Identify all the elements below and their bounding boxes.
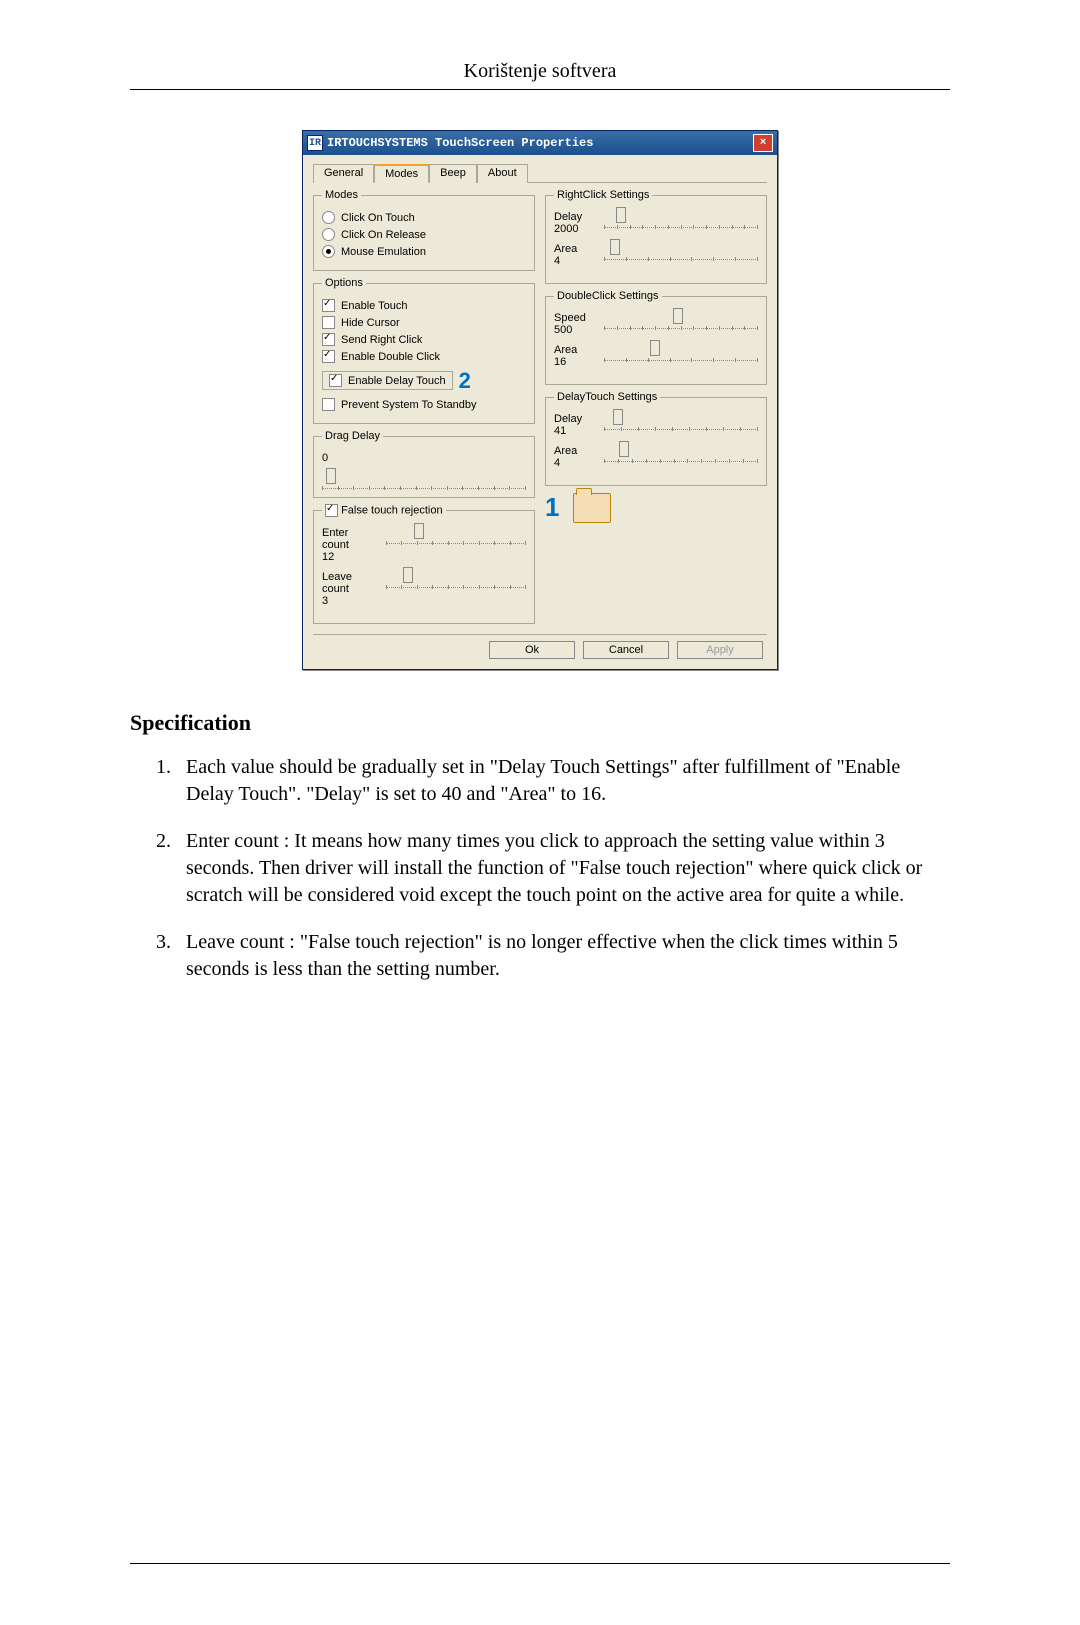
check-prevent-standby[interactable]: Prevent System To Standby xyxy=(322,398,526,411)
annotation-2: 2 xyxy=(459,368,471,394)
enter-count-value: 12 xyxy=(322,551,378,563)
delaytouch-group: DelayTouch Settings Delay 41 xyxy=(545,391,767,486)
checkbox-icon xyxy=(322,333,335,346)
titlebar: IR IRTOUCHSYSTEMS TouchScreen Properties… xyxy=(303,131,777,155)
check-label: Enable Double Click xyxy=(341,351,440,363)
spec-item-3: Leave count : "False touch rejection" is… xyxy=(176,929,950,983)
close-icon[interactable]: × xyxy=(753,134,773,152)
radio-icon xyxy=(322,228,335,241)
page-footer-rule xyxy=(130,1563,950,1565)
dc-speed-value: 500 xyxy=(554,324,596,336)
dt-delay-label: Delay xyxy=(554,413,582,425)
options-legend: Options xyxy=(322,277,366,289)
rc-delay-label: Delay xyxy=(554,211,582,223)
drag-delay-value: 0 xyxy=(322,452,378,464)
rc-delay-value: 2000 xyxy=(554,223,596,235)
tab-modes[interactable]: Modes xyxy=(374,164,429,183)
tab-about[interactable]: About xyxy=(477,164,528,183)
radio-label: Click On Release xyxy=(341,229,426,241)
leave-count-label: Leave count xyxy=(322,571,352,595)
radio-mouse-emulation[interactable]: Mouse Emulation xyxy=(322,245,526,258)
leave-count-value: 3 xyxy=(322,595,378,607)
dc-area-value: 16 xyxy=(554,356,596,368)
drag-delay-legend: Drag Delay xyxy=(322,430,383,442)
app-icon: IR xyxy=(307,135,323,151)
drag-delay-slider[interactable] xyxy=(322,472,526,489)
rc-area-slider[interactable] xyxy=(604,243,758,260)
doubleclick-legend: DoubleClick Settings xyxy=(554,290,662,302)
false-touch-legend: False touch rejection xyxy=(322,504,446,517)
radio-click-on-touch[interactable]: Click On Touch xyxy=(322,211,526,224)
rc-area-value: 4 xyxy=(554,255,596,267)
radio-icon xyxy=(322,245,335,258)
dialog-buttons: Ok Cancel Apply xyxy=(313,634,767,659)
check-enable-touch[interactable]: Enable Touch xyxy=(322,299,526,312)
cancel-button[interactable]: Cancel xyxy=(583,641,669,659)
check-label: Enable Delay Touch xyxy=(348,375,446,387)
check-label: Enable Touch xyxy=(341,300,407,312)
dt-area-slider[interactable] xyxy=(604,445,758,462)
checkbox-icon xyxy=(322,316,335,329)
page-header: Korištenje softvera xyxy=(130,60,950,90)
check-label: Prevent System To Standby xyxy=(341,399,477,411)
rc-area-label: Area xyxy=(554,243,577,255)
dt-delay-value: 41 xyxy=(554,425,596,437)
rightclick-group: RightClick Settings Delay 2000 xyxy=(545,189,767,284)
modes-legend: Modes xyxy=(322,189,361,201)
checkbox-icon xyxy=(322,398,335,411)
specification-heading: Specification xyxy=(130,710,950,736)
spec-item-2: Enter count : It means how many times yo… xyxy=(176,828,950,909)
dc-speed-slider[interactable] xyxy=(604,312,758,329)
radio-icon xyxy=(322,211,335,224)
touchscreen-properties-window: IR IRTOUCHSYSTEMS TouchScreen Properties… xyxy=(302,130,778,670)
check-hide-cursor[interactable]: Hide Cursor xyxy=(322,316,526,329)
annotation-1: 1 xyxy=(545,492,559,523)
radio-label: Mouse Emulation xyxy=(341,246,426,258)
tab-strip: General Modes Beep About xyxy=(313,163,767,183)
tab-beep[interactable]: Beep xyxy=(429,164,477,183)
radio-label: Click On Touch xyxy=(341,212,415,224)
dc-area-label: Area xyxy=(554,344,577,356)
dt-area-label: Area xyxy=(554,445,577,457)
check-enable-delay-touch[interactable]: Enable Delay Touch xyxy=(322,371,453,390)
enter-count-slider[interactable] xyxy=(386,527,526,544)
tab-general[interactable]: General xyxy=(313,164,374,183)
ok-button[interactable]: Ok xyxy=(489,641,575,659)
check-label: Hide Cursor xyxy=(341,317,400,329)
doubleclick-group: DoubleClick Settings Speed 500 xyxy=(545,290,767,385)
dc-area-slider[interactable] xyxy=(604,344,758,361)
rightclick-legend: RightClick Settings xyxy=(554,189,652,201)
apply-button[interactable]: Apply xyxy=(677,641,763,659)
leave-count-slider[interactable] xyxy=(386,571,526,588)
drag-delay-group: Drag Delay 0 xyxy=(313,430,535,498)
checkbox-icon xyxy=(322,350,335,363)
options-group: Options Enable Touch Hide Cursor xyxy=(313,277,535,424)
dt-area-value: 4 xyxy=(554,457,596,469)
dialog-screenshot: IR IRTOUCHSYSTEMS TouchScreen Properties… xyxy=(130,130,950,670)
window-title: IRTOUCHSYSTEMS TouchScreen Properties xyxy=(327,136,593,150)
radio-click-on-release[interactable]: Click On Release xyxy=(322,228,526,241)
checkbox-icon xyxy=(322,299,335,312)
specification-list: Each value should be gradually set in "D… xyxy=(130,754,950,983)
checkbox-icon[interactable] xyxy=(325,504,338,517)
rc-delay-slider[interactable] xyxy=(604,211,758,228)
dc-speed-label: Speed xyxy=(554,312,586,324)
dt-delay-slider[interactable] xyxy=(604,413,758,430)
check-send-right-click[interactable]: Send Right Click xyxy=(322,333,526,346)
false-touch-group: False touch rejection Enter count 12 xyxy=(313,504,535,624)
delaytouch-legend: DelayTouch Settings xyxy=(554,391,660,403)
modes-group: Modes Click On Touch Click On Release xyxy=(313,189,535,271)
check-label: Send Right Click xyxy=(341,334,422,346)
enter-count-label: Enter count xyxy=(322,527,349,551)
folder-icon[interactable] xyxy=(573,493,611,523)
spec-item-1: Each value should be gradually set in "D… xyxy=(176,754,950,808)
checkbox-icon xyxy=(329,374,342,387)
check-enable-double-click[interactable]: Enable Double Click xyxy=(322,350,526,363)
